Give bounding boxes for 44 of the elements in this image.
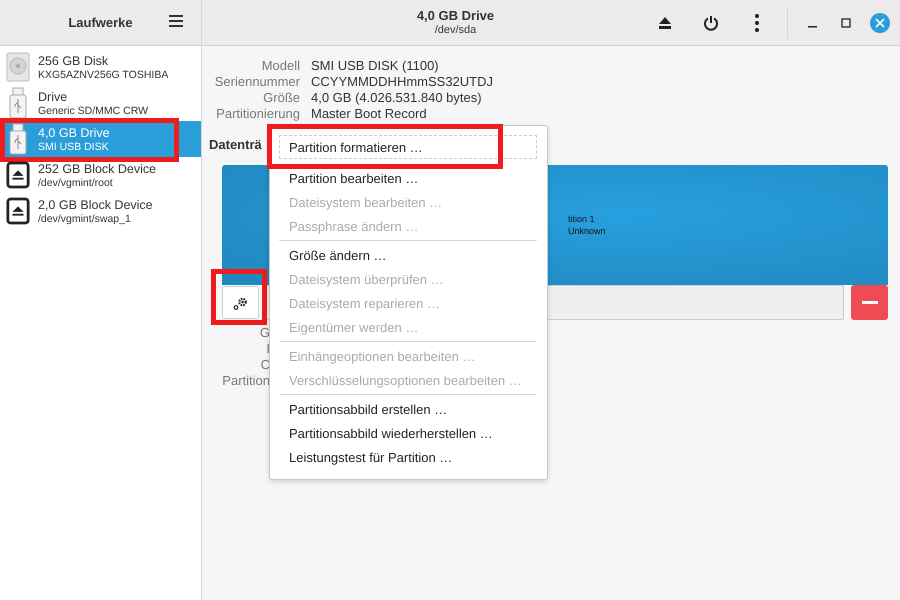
field-label: Partitionierung (215, 106, 300, 122)
maximize-icon (841, 18, 851, 28)
drive-title: 4,0 GB Drive (416, 8, 494, 24)
drive-path: /dev/sda (434, 24, 476, 37)
menu-icon[interactable] (169, 15, 183, 27)
sidebar-title: Laufwerke (68, 15, 133, 30)
field-label: Größe (262, 90, 300, 106)
field-value: 4,0 GB (4.026.531.840 bytes) (311, 90, 483, 106)
field-label: Modell (260, 58, 300, 74)
field-value: SMI USB DISK (1100) (311, 58, 440, 74)
section-heading: Datenträ (209, 137, 263, 153)
field-label: Partition (222, 373, 270, 389)
eject-icon (6, 160, 30, 190)
usb-drive-icon (9, 87, 27, 119)
partition-label: Unknown (568, 225, 606, 237)
field-value: CCYYMMDDHHmmSS32UTDJ (311, 74, 494, 90)
more-icon (755, 14, 759, 32)
eject-icon (658, 16, 672, 29)
partition-label: tition 1 (568, 213, 596, 225)
usb-drive-icon (9, 123, 27, 155)
drive-item[interactable]: 2,0 GB Block Device /dev/vgmint/swap_1 (0, 193, 201, 229)
menu-item[interactable]: Partitionsabbild wiederherstellen … (279, 421, 537, 445)
menu-item[interactable]: Größe ändern … (279, 243, 537, 267)
field-label: C (260, 357, 270, 373)
eject-icon (6, 196, 30, 226)
menu-item[interactable]: Partitionsabbild erstellen … (279, 397, 537, 421)
minus-icon (862, 301, 878, 304)
drive-item[interactable]: Drive Generic SD/MMC CRW (0, 85, 201, 121)
drive-item[interactable]: 256 GB Disk KXG5AZNV256G TOSHIBA (0, 49, 201, 85)
field-label: G (260, 325, 270, 341)
drive-item[interactable]: 252 GB Block Device /dev/vgmint/root (0, 157, 201, 193)
minimize-icon (808, 26, 816, 28)
power-icon (703, 14, 719, 30)
field-value: Master Boot Record (311, 106, 428, 122)
menu-item[interactable]: Partition bearbeiten … (279, 166, 537, 190)
remove-button[interactable] (851, 285, 888, 320)
field-label: I (266, 341, 270, 357)
field-label: Seriennummer (214, 74, 300, 90)
close-icon (875, 18, 885, 28)
settings-button[interactable] (222, 286, 259, 319)
gear-icon (232, 296, 248, 310)
menu-item[interactable]: Leistungstest für Partition … (279, 445, 537, 469)
menu-item[interactable]: Partition formatieren … (279, 135, 537, 159)
close-button[interactable] (870, 12, 890, 32)
